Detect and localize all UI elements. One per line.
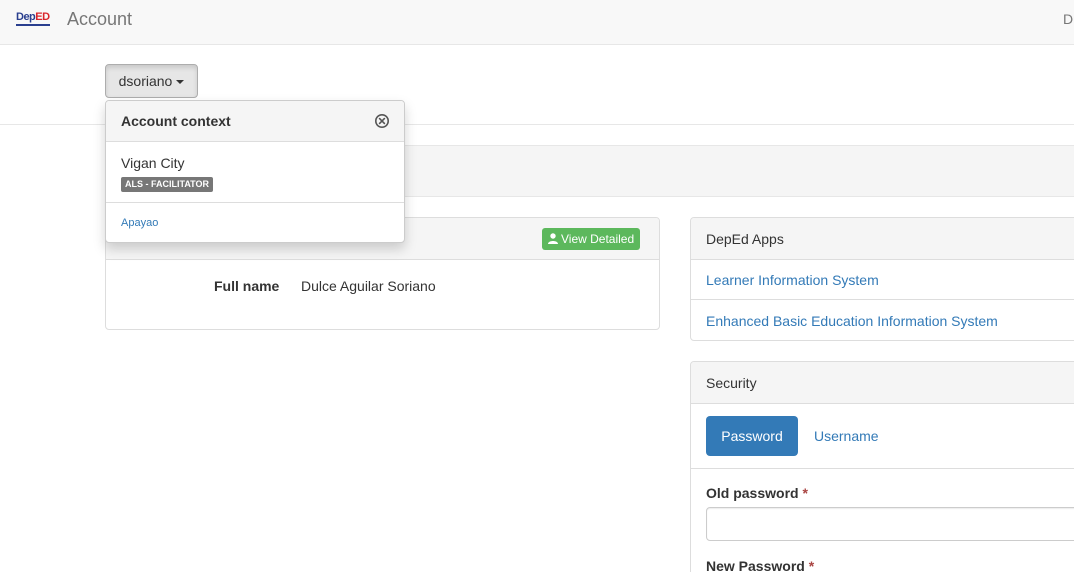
context-item-apayao[interactable]: Apayao — [121, 217, 158, 229]
role-badge: ALS - FACILITATOR — [121, 177, 213, 192]
top-navbar: DepED Account D — [0, 0, 1074, 45]
context-item-vigan-city[interactable]: Vigan City ALS - FACILITATOR — [106, 142, 404, 203]
security-panel: Security Password Username Old password … — [690, 361, 1074, 572]
security-panel-heading: Security — [691, 362, 1074, 404]
context-item-label: Vigan City — [121, 155, 185, 171]
view-detailed-button[interactable]: View Detailed — [542, 228, 641, 251]
fullname-value: Dulce Aguilar Soriano — [301, 278, 436, 294]
app-link-lis[interactable]: Learner Information System — [706, 272, 879, 288]
logo-underline — [16, 24, 50, 26]
fullname-label: Full name — [214, 278, 280, 294]
close-icon[interactable] — [374, 113, 390, 129]
tab-password[interactable]: Password — [706, 416, 798, 456]
logo-ed-text: ED — [35, 11, 50, 23]
security-divider — [691, 468, 1074, 469]
required-marker: * — [808, 558, 815, 572]
tab-username[interactable]: Username — [814, 428, 879, 444]
view-detailed-label: View Detailed — [561, 232, 635, 246]
username-label: dsoriano — [118, 73, 173, 89]
apps-panel-title: DepEd Apps — [706, 231, 784, 247]
deped-apps-panel: DepEd Apps Learner Information System En… — [690, 217, 1074, 341]
old-password-input[interactable] — [706, 507, 1074, 541]
caret-down-icon — [176, 80, 185, 85]
deped-logo[interactable]: DepED — [16, 11, 52, 29]
app-link-ebeis[interactable]: Enhanced Basic Education Information Sys… — [706, 313, 998, 329]
page-title[interactable]: Account — [67, 9, 132, 29]
dropdown-title: Account context — [121, 113, 231, 129]
apps-divider — [691, 299, 1074, 300]
security-panel-title: Security — [706, 375, 757, 391]
apps-panel-heading: DepEd Apps — [691, 218, 1074, 260]
user-icon — [548, 229, 558, 251]
required-marker: * — [802, 485, 808, 501]
account-context-dropdown: Account context Vigan City ALS - FACILIT… — [105, 100, 405, 243]
nav-user-link[interactable]: D — [1063, 11, 1073, 27]
new-password-label-text: New Password — [706, 558, 805, 572]
dropdown-header: Account context — [106, 101, 404, 142]
old-password-label: Old password * — [706, 485, 808, 501]
logo-dep-text: Dep — [16, 11, 36, 23]
new-password-label: New Password * — [706, 558, 814, 572]
account-context-button[interactable]: dsoriano — [105, 64, 198, 98]
old-password-label-text: Old password — [706, 485, 799, 501]
